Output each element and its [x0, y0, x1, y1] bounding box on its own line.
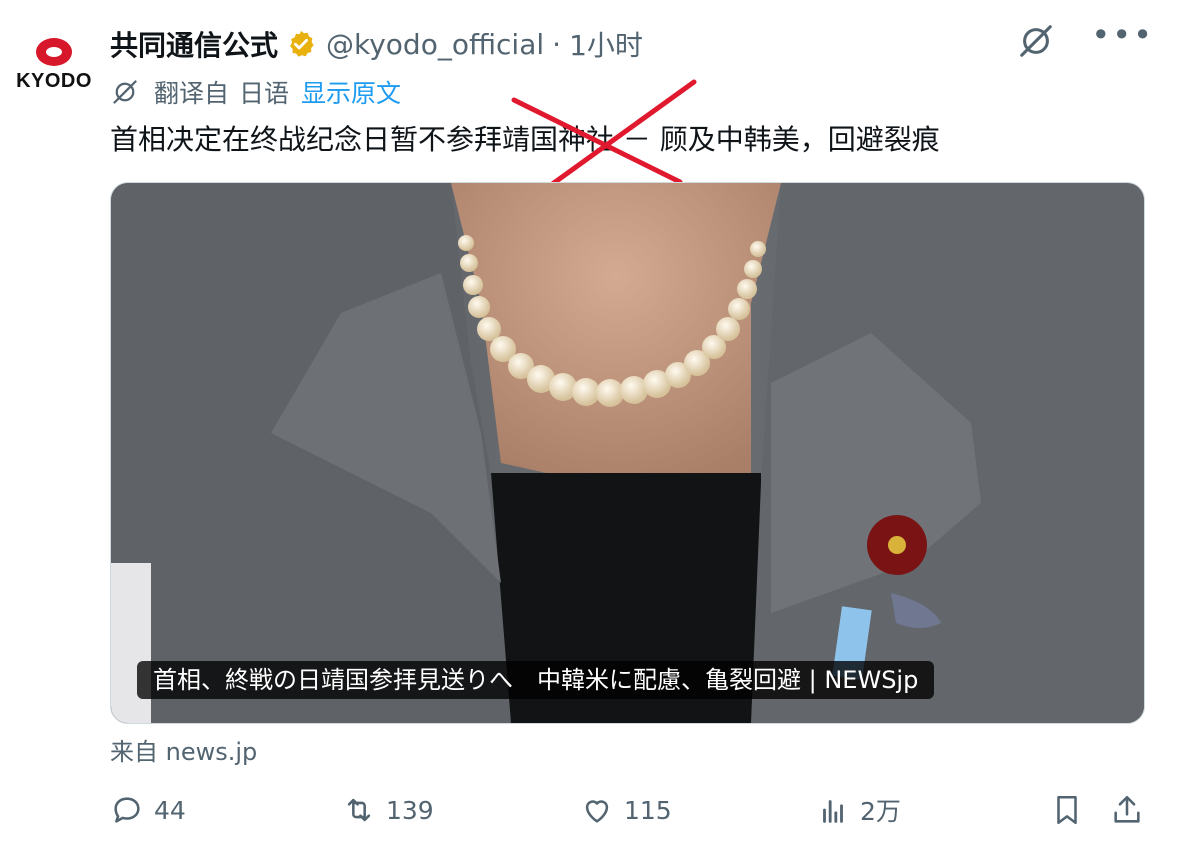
action-bar: 44 139 115 2万	[110, 788, 1150, 832]
views-count: 2万	[860, 797, 901, 826]
bookmark-icon	[1057, 795, 1077, 825]
like-button[interactable]: 115	[580, 788, 672, 832]
author-name[interactable]: 共同通信公式	[110, 24, 278, 64]
reply-button[interactable]: 44	[110, 788, 186, 832]
like-count: 115	[624, 795, 672, 825]
share-icon	[1114, 795, 1140, 823]
post-text: 首相决定在终战纪念日暂不参拜靖国神社 － 顾及中韩美，回避裂痕	[110, 123, 940, 156]
avatar-logo-text: KYODO	[16, 70, 92, 92]
show-original-link[interactable]: 显示原文	[301, 74, 401, 110]
translated-from-label: 翻译自	[154, 79, 230, 108]
heart-icon	[585, 800, 609, 823]
retweet-icon	[347, 798, 371, 822]
more-options-icon[interactable]: •••	[1091, 19, 1154, 51]
share-button[interactable]	[1110, 788, 1154, 832]
separator-dot: ·	[552, 27, 562, 61]
post-timestamp[interactable]: 1小时	[569, 24, 643, 64]
grok-translate-icon	[113, 80, 137, 104]
reply-icon	[114, 797, 140, 823]
photo-image	[111, 183, 1144, 723]
post-top-actions: •••	[1017, 19, 1154, 60]
grok-icon[interactable]	[1017, 22, 1055, 60]
views-button[interactable]: 2万	[816, 788, 901, 832]
retweet-count: 139	[386, 795, 434, 825]
retweet-button[interactable]: 139	[342, 788, 434, 832]
verified-badge-icon[interactable]	[286, 29, 316, 59]
post-header: 共同通信公式 @kyodo_official · 1小时	[110, 24, 643, 64]
views-chart-icon	[823, 800, 843, 823]
translation-row: 翻译自 日语 显示原文	[110, 74, 401, 110]
reply-count: 44	[154, 795, 186, 825]
link-source[interactable]: 来自 news.jp	[110, 732, 257, 767]
kyodo-logo-mark	[36, 38, 72, 66]
author-avatar[interactable]: KYODO	[14, 24, 94, 104]
author-handle[interactable]: @kyodo_official	[326, 28, 544, 61]
source-language: 日语	[239, 79, 290, 108]
media-caption: 首相、終戦の日靖国参拝見送りへ 中韓米に配慮、亀裂回避 | NEWSjp	[137, 661, 935, 699]
media-card[interactable]: 首相、終戦の日靖国参拝見送りへ 中韓米に配慮、亀裂回避 | NEWSjp	[110, 182, 1145, 724]
bookmark-button[interactable]	[1050, 788, 1094, 832]
